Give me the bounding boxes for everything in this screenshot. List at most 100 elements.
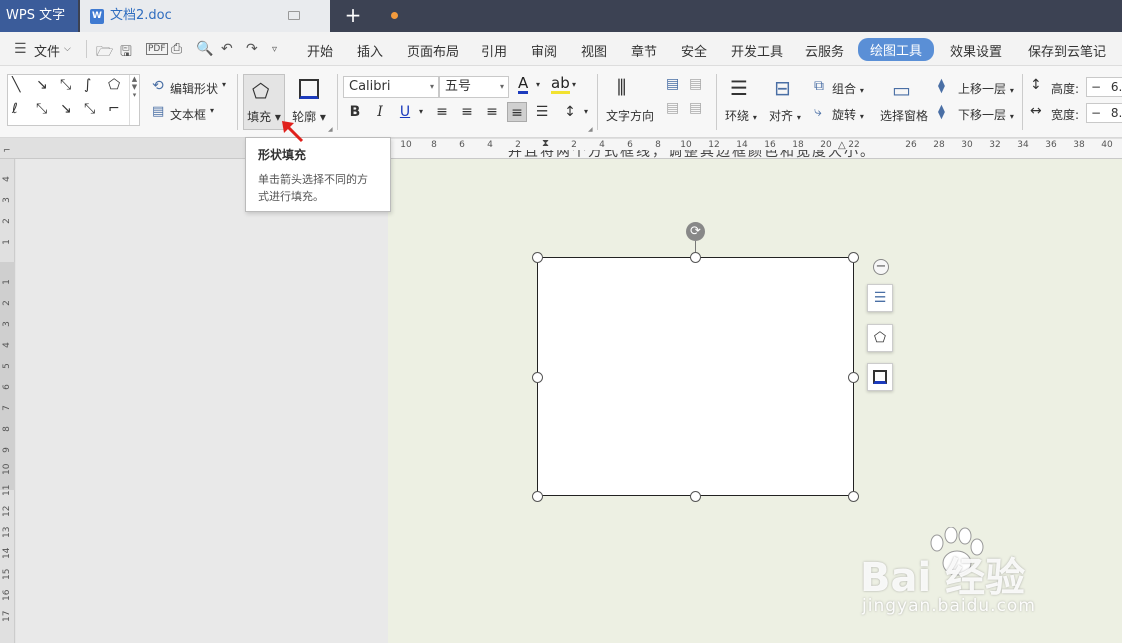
- ruler-tick: 16: [2, 589, 12, 601]
- font-color-icon[interactable]: A: [518, 76, 529, 94]
- text-box-button[interactable]: 文本框: [170, 106, 206, 123]
- align-button[interactable]: 对齐 ▾: [769, 107, 801, 124]
- width-minus-button[interactable]: −: [1091, 106, 1101, 120]
- elbow-double-arrow-icon[interactable]: ⤡: [84, 101, 95, 117]
- edit-shape-button[interactable]: 编辑形状: [170, 80, 218, 97]
- menu-item-start[interactable]: 开始: [307, 41, 333, 60]
- scribble-shape-icon[interactable]: ℓ: [12, 101, 18, 117]
- chevron-down-icon[interactable]: ▾: [222, 80, 226, 89]
- menu-item-insert[interactable]: 插入: [357, 41, 383, 60]
- bold-button[interactable]: B: [345, 102, 365, 122]
- monitor-icon[interactable]: [288, 11, 300, 20]
- dialog-launcher-icon[interactable]: ◢: [588, 126, 593, 133]
- align-right-icon[interactable]: ≡: [482, 102, 502, 122]
- italic-button[interactable]: I: [370, 102, 390, 122]
- ruler-tick: 1: [2, 239, 12, 245]
- justify-icon[interactable]: ≡: [507, 102, 527, 122]
- freeform-shape-icon[interactable]: ⬠: [108, 77, 120, 93]
- chevron-down-icon[interactable]: ▾: [572, 80, 576, 89]
- height-minus-button[interactable]: −: [1091, 80, 1101, 94]
- chevron-down-icon[interactable]: ▾: [411, 102, 431, 122]
- double-arrow-shape-icon[interactable]: ⤡: [60, 77, 71, 93]
- resize-handle-top-right[interactable]: [848, 252, 859, 263]
- app-menu-tab[interactable]: WPS 文字: [0, 0, 78, 32]
- menu-item-security[interactable]: 安全: [681, 41, 707, 60]
- font-name-select[interactable]: Calibri ▾: [343, 76, 439, 98]
- file-menu[interactable]: 文件: [34, 41, 60, 60]
- shape-fill-icon[interactable]: ⬠: [867, 324, 893, 352]
- document-tab[interactable]: W 文档2.doc: [80, 0, 398, 32]
- text-align-middle-icon[interactable]: ▤: [689, 76, 702, 92]
- chevron-down-icon[interactable]: ▾: [576, 102, 596, 122]
- chevron-down-icon[interactable]: ▾: [210, 106, 214, 115]
- resize-handle-right[interactable]: [848, 372, 859, 383]
- align-left-icon[interactable]: ≡: [432, 102, 452, 122]
- rectangle-shape[interactable]: [537, 257, 854, 496]
- tab-stop-icon[interactable]: ⌐: [3, 146, 11, 156]
- align-center-icon[interactable]: ≡: [457, 102, 477, 122]
- font-size-select[interactable]: 五号 ▾: [439, 76, 509, 98]
- dialog-launcher-icon[interactable]: ◢: [328, 126, 333, 133]
- line-shape-icon[interactable]: ╲: [12, 77, 20, 93]
- export-pdf-icon[interactable]: PDF: [146, 43, 168, 55]
- send-backward-button[interactable]: 下移一层 ▾: [958, 106, 1014, 123]
- indent-marker-icon[interactable]: ⧗: [542, 138, 549, 149]
- customize-chevron-icon[interactable]: ▿: [272, 44, 277, 55]
- menu-item-cloud[interactable]: 云服务: [805, 41, 844, 60]
- undo-icon[interactable]: ↶: [221, 41, 233, 57]
- menu-item-references[interactable]: 引用: [481, 41, 507, 60]
- width-input[interactable]: − 8.: [1086, 103, 1122, 123]
- new-tab-button[interactable]: +: [343, 4, 363, 26]
- elbow-arrow-icon[interactable]: ↘: [60, 101, 72, 117]
- resize-handle-left[interactable]: [532, 372, 543, 383]
- resize-handle-top-left[interactable]: [532, 252, 543, 263]
- distribute-icon[interactable]: ☰: [532, 102, 552, 122]
- selection-pane-button[interactable]: 选择窗格: [880, 107, 928, 124]
- menu-item-drawing-tools[interactable]: 绘图工具: [858, 38, 935, 61]
- redo-icon[interactable]: ↷: [246, 41, 258, 57]
- curve-shape-icon[interactable]: ∫: [84, 77, 91, 93]
- resize-handle-top[interactable]: [690, 252, 701, 263]
- menu-item-view[interactable]: 视图: [581, 41, 607, 60]
- menu-item-save-cloud-notes[interactable]: 保存到云笔记: [1028, 41, 1106, 60]
- edit-shape-icon: ⟲: [152, 78, 164, 94]
- hamburger-icon[interactable]: ☰: [14, 41, 27, 57]
- menu-item-effects[interactable]: 效果设置: [950, 41, 1002, 60]
- ruler-tick: 17: [2, 610, 12, 622]
- rotate-button[interactable]: 旋转 ▾: [832, 106, 864, 123]
- chevron-down-icon[interactable]: ▾: [536, 80, 540, 89]
- collapse-toolbar-button[interactable]: −: [873, 259, 889, 275]
- resize-handle-bottom[interactable]: [690, 491, 701, 502]
- highlight-icon[interactable]: ab: [551, 76, 570, 94]
- fill-button[interactable]: ⬠ 填充 ▾: [243, 74, 285, 130]
- arrow-shape-icon[interactable]: ↘: [36, 77, 48, 93]
- gallery-scrollbar[interactable]: ▲ ▼ ▾: [129, 75, 139, 125]
- shape-outline-icon[interactable]: [867, 363, 893, 391]
- group-button[interactable]: 组合 ▾: [832, 80, 864, 97]
- elbow-connector-icon[interactable]: ⤡: [36, 101, 47, 117]
- menu-item-section[interactable]: 章节: [631, 41, 657, 60]
- resize-handle-bottom-left[interactable]: [532, 491, 543, 502]
- text-align-bottom-icon[interactable]: ▤: [666, 100, 679, 116]
- text-align-top-icon[interactable]: ▤: [666, 76, 679, 92]
- height-input[interactable]: − 6.: [1086, 77, 1122, 97]
- print-preview-icon[interactable]: 🔍: [196, 41, 213, 57]
- menu-item-page-layout[interactable]: 页面布局: [407, 41, 459, 60]
- layout-options-icon[interactable]: ☰: [867, 284, 893, 312]
- menu-item-review[interactable]: 审阅: [531, 41, 557, 60]
- open-folder-icon[interactable]: 🗁: [96, 41, 113, 65]
- bring-forward-button[interactable]: 上移一层 ▾: [958, 80, 1014, 97]
- menu-item-developer[interactable]: 开发工具: [731, 41, 783, 60]
- resize-handle-bottom-right[interactable]: [848, 491, 859, 502]
- text-direction-button[interactable]: 文字方向: [606, 107, 654, 124]
- print-icon[interactable]: ⎙: [171, 41, 182, 57]
- shape-gallery[interactable]: ╲ ↘ ⤡ ∫ ⬠ ℓ ⤡ ↘ ⤡ ⌐ ▲ ▼ ▾: [7, 74, 140, 126]
- divider: [716, 74, 717, 130]
- ruler-tick: 5: [2, 363, 12, 369]
- rotate-handle-icon[interactable]: ⟳: [686, 222, 705, 241]
- bent-connector-icon[interactable]: ⌐: [108, 101, 120, 117]
- save-icon[interactable]: 🖫: [120, 41, 132, 65]
- chevron-down-icon[interactable]: ⌵: [64, 44, 71, 54]
- text-fit-icon[interactable]: ▤: [689, 100, 702, 116]
- wrap-button[interactable]: 环绕 ▾: [725, 107, 757, 124]
